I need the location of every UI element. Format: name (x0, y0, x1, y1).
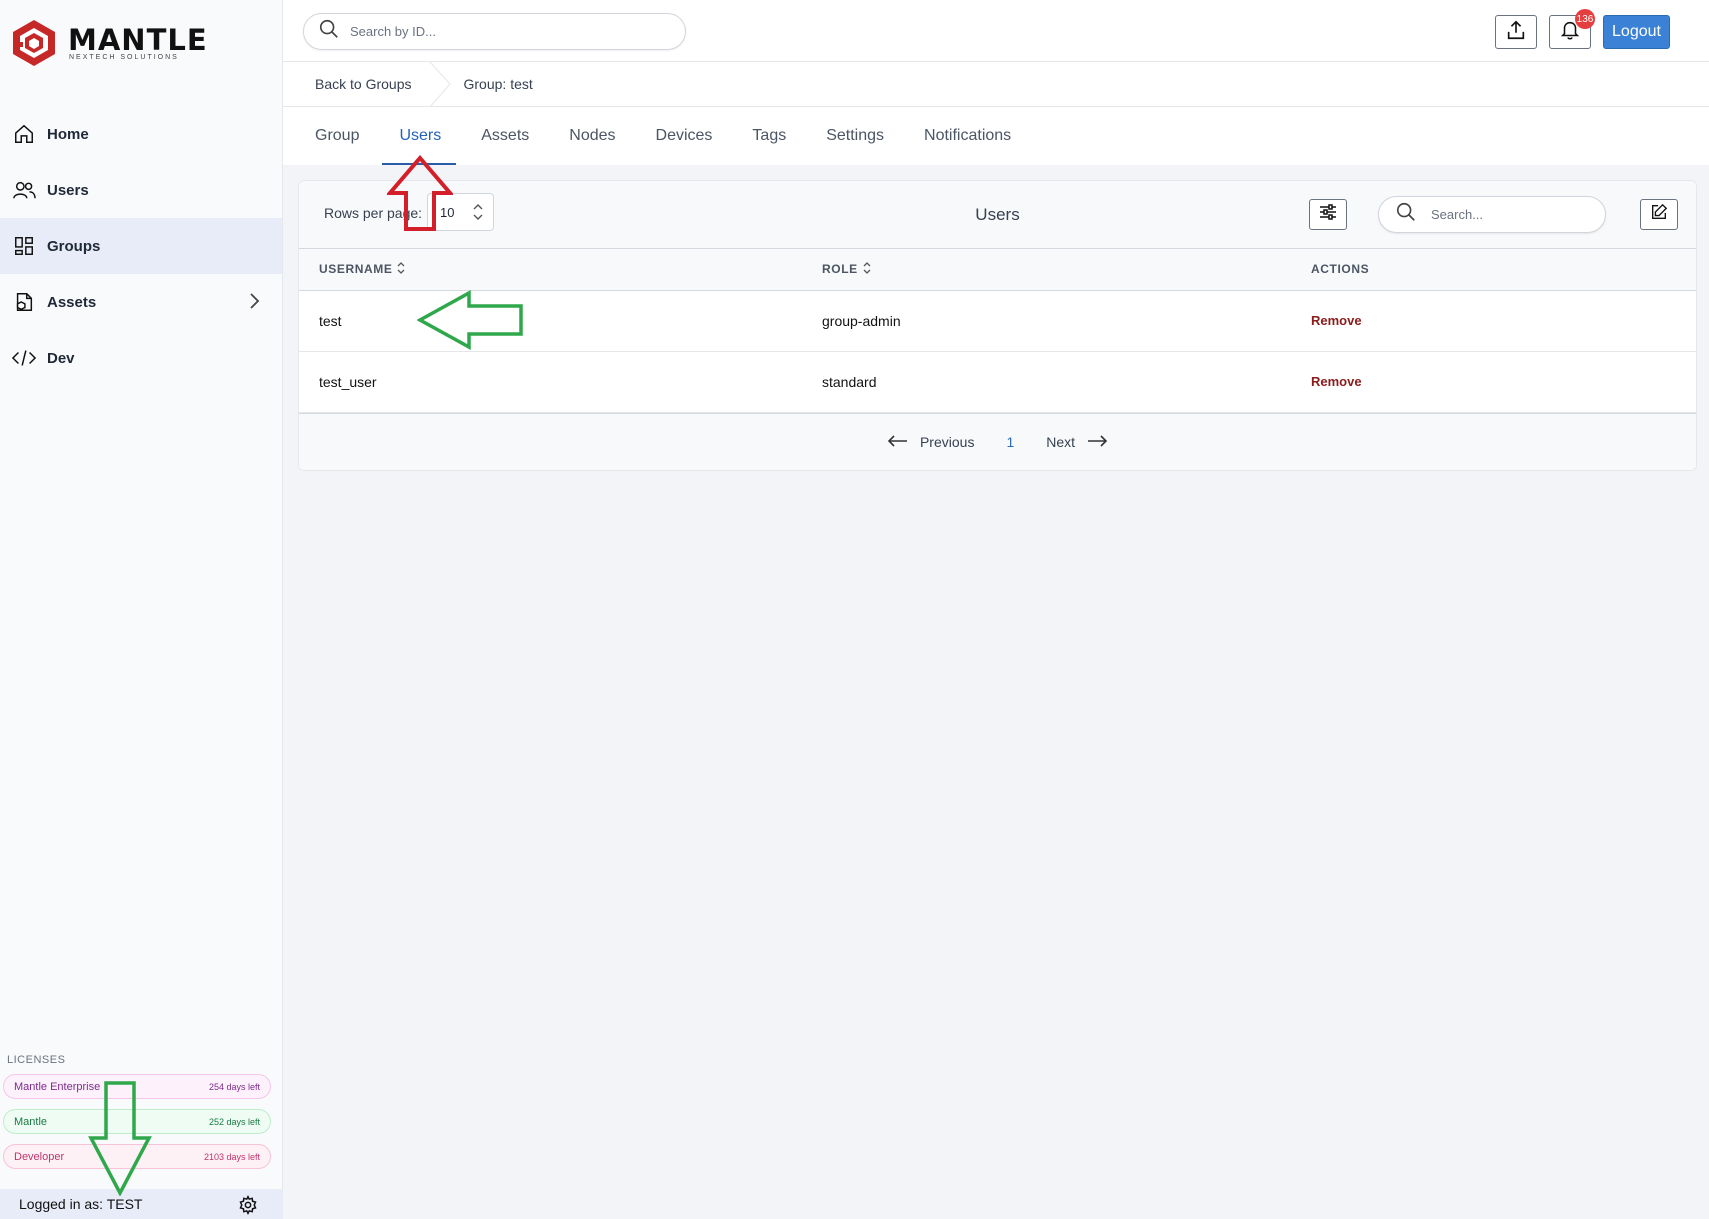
license-badge: Mantle 252 days left (3, 1109, 271, 1134)
tab-tags[interactable]: Tags (752, 107, 786, 165)
license-name: Mantle Enterprise (14, 1080, 101, 1093)
sidebar-item-users[interactable]: Users (0, 162, 282, 218)
brand-name: MANTLE (68, 22, 208, 57)
search-icon (1395, 201, 1417, 228)
sidebar-item-label: Home (47, 125, 89, 143)
cell-role: standard (822, 373, 877, 390)
id-search-box[interactable] (303, 13, 686, 50)
arrow-right-icon (1087, 434, 1108, 450)
sidebar-item-dev[interactable]: Dev (0, 330, 282, 386)
logged-in-bar: Logged in as: TEST (0, 1189, 283, 1219)
license-name: Mantle (14, 1115, 48, 1128)
arrow-left-icon (887, 434, 908, 450)
table-header-row: USERNAME ROLE ACTIONS (299, 249, 1696, 290)
sidebar-item-label: Assets (47, 293, 97, 311)
mantle-logo-icon (13, 20, 55, 66)
assets-icon (12, 290, 36, 314)
code-icon (12, 346, 36, 370)
tab-users[interactable]: Users (382, 107, 456, 165)
chevron-right-icon[interactable] (248, 292, 260, 314)
tab-settings[interactable]: Settings (826, 107, 884, 165)
pagination: Previous 1 Next (299, 412, 1696, 470)
panel-header: Rows per page: 10 Users (299, 181, 1696, 249)
sort-icon[interactable] (863, 261, 871, 277)
table-search-box[interactable] (1378, 196, 1606, 233)
sort-icon[interactable] (397, 261, 405, 277)
cell-role: group-admin (822, 312, 901, 329)
tab-notifications[interactable]: Notifications (924, 107, 1011, 165)
previous-page-button[interactable]: Previous (887, 434, 975, 450)
column-header-username[interactable]: USERNAME (299, 249, 822, 290)
next-page-button[interactable]: Next (1046, 434, 1108, 450)
tab-nodes[interactable]: Nodes (569, 107, 615, 165)
groups-icon (12, 234, 36, 258)
tab-assets[interactable]: Assets (481, 107, 529, 165)
licenses-section: LICENSES Mantle Enterprise 254 days left… (0, 1054, 283, 1179)
remove-button[interactable]: Remove (1311, 351, 1696, 412)
license-name: Developer (14, 1150, 65, 1163)
license-days: 254 days left (208, 1081, 260, 1092)
sidebar: MANTLE NEXTECH SOLUTIONS Home Users Grou… (0, 0, 283, 1219)
column-header-actions: ACTIONS (1311, 262, 1370, 277)
sidebar-nav: Home Users Groups Assets Dev (0, 106, 282, 386)
sidebar-item-label: Users (47, 181, 89, 199)
tab-group[interactable]: Group (315, 107, 359, 165)
users-table: USERNAME ROLE ACTIONS test group-admin R… (299, 249, 1696, 413)
table-row: test_user standard Remove (299, 351, 1696, 412)
sidebar-item-label: Groups (47, 237, 101, 255)
logged-in-label: Logged in as: TEST (19, 1196, 143, 1212)
table-search-input[interactable] (1431, 207, 1591, 222)
upload-icon (1505, 19, 1527, 46)
sidebar-item-label: Dev (47, 349, 75, 367)
edit-button[interactable] (1640, 199, 1678, 230)
previous-label: Previous (919, 434, 975, 450)
sidebar-item-assets[interactable]: Assets (0, 274, 282, 330)
edit-icon (1650, 203, 1668, 226)
breadcrumb-current: Group: test (463, 76, 533, 92)
logout-button[interactable]: Logout (1603, 15, 1670, 49)
sliders-icon (1319, 204, 1337, 225)
cell-username: test (319, 312, 342, 329)
next-label: Next (1046, 434, 1076, 450)
column-header-label: ROLE (822, 261, 858, 276)
upload-button[interactable] (1495, 15, 1537, 49)
licenses-title: LICENSES (7, 1054, 66, 1066)
group-tabs: Group Users Assets Nodes Devices Tags Se… (283, 107, 1709, 165)
breadcrumb-back-to-groups[interactable]: Back to Groups (283, 62, 438, 107)
users-panel: Rows per page: 10 Users Search... USERNA… (298, 180, 1697, 471)
sidebar-item-home[interactable]: Home (0, 106, 282, 162)
page-number[interactable]: 1 (1006, 434, 1014, 450)
license-days: 2103 days left (203, 1151, 260, 1162)
id-search-input[interactable] (350, 24, 670, 39)
cell-username: test_user (319, 373, 377, 390)
filter-button[interactable] (1309, 199, 1347, 230)
tab-devices[interactable]: Devices (656, 107, 713, 165)
license-badge: Mantle Enterprise 254 days left (3, 1074, 271, 1099)
license-badge: Developer 2103 days left (3, 1144, 271, 1169)
search-icon (318, 18, 340, 45)
remove-button[interactable]: Remove (1311, 290, 1696, 351)
home-icon (12, 122, 36, 146)
users-icon (12, 178, 36, 202)
breadcrumb: Back to Groups Group: test (283, 62, 1709, 107)
license-days: 252 days left (208, 1116, 260, 1127)
column-header-label: USERNAME (319, 261, 393, 276)
sidebar-item-groups[interactable]: Groups (0, 218, 282, 274)
table-row: test group-admin Remove (299, 290, 1696, 351)
mantle-logo[interactable]: MANTLE NEXTECH SOLUTIONS (10, 18, 208, 68)
notification-count-badge: 136 (1575, 9, 1595, 29)
breadcrumb-separator-icon (429, 62, 451, 107)
column-header-role[interactable]: ROLE (822, 249, 1311, 290)
gear-icon[interactable] (238, 1194, 258, 1218)
